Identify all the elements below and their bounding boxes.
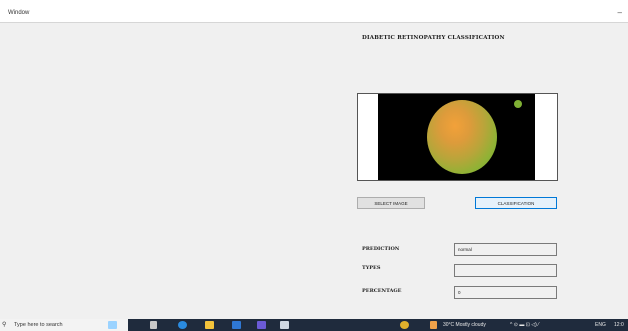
types-label: TYPES xyxy=(362,265,381,271)
search-icon: ⚲ xyxy=(2,322,7,328)
select-image-button[interactable]: SELECT IMAGE xyxy=(357,197,425,209)
system-tray-icons[interactable]: ^ ⊙ ▬ ⊡ ◁) ⁄ xyxy=(510,319,539,331)
image-preview-panel xyxy=(357,93,558,181)
prediction-label: PREDICTION xyxy=(362,246,400,252)
classification-button[interactable]: CLASSIFICATION xyxy=(475,197,557,209)
percentage-field[interactable]: 0 xyxy=(454,286,557,299)
weather-icon[interactable] xyxy=(108,321,117,329)
taskbar: ⚲ Type here to search 30°C Mostly cloudy… xyxy=(0,319,628,331)
weather-icon xyxy=(430,321,437,329)
language-indicator[interactable]: ENG xyxy=(595,319,606,331)
percentage-label: PERCENTAGE xyxy=(362,288,402,294)
fundus-detail xyxy=(514,100,522,108)
task-view-icon[interactable] xyxy=(150,321,157,329)
chrome-icon[interactable] xyxy=(400,321,409,329)
edge-icon[interactable] xyxy=(178,321,187,329)
python-icon[interactable] xyxy=(280,321,289,329)
types-field[interactable] xyxy=(454,264,557,277)
retina-image xyxy=(378,94,535,180)
fundus-disc xyxy=(427,100,497,174)
visual-studio-icon[interactable] xyxy=(257,321,266,329)
page-title: DIABETIC RETINOPATHY CLASSIFICATION xyxy=(362,35,505,41)
file-explorer-icon[interactable] xyxy=(205,321,214,329)
prediction-field[interactable]: normal xyxy=(454,243,557,256)
title-bar: Window – xyxy=(0,0,628,23)
clock[interactable]: 12:0 xyxy=(614,319,624,331)
window-title: Window xyxy=(8,10,30,16)
search-placeholder: Type here to search xyxy=(14,322,63,328)
minimize-button[interactable]: – xyxy=(618,8,622,17)
mail-icon[interactable] xyxy=(232,321,241,329)
weather-status[interactable]: 30°C Mostly cloudy xyxy=(443,319,486,331)
